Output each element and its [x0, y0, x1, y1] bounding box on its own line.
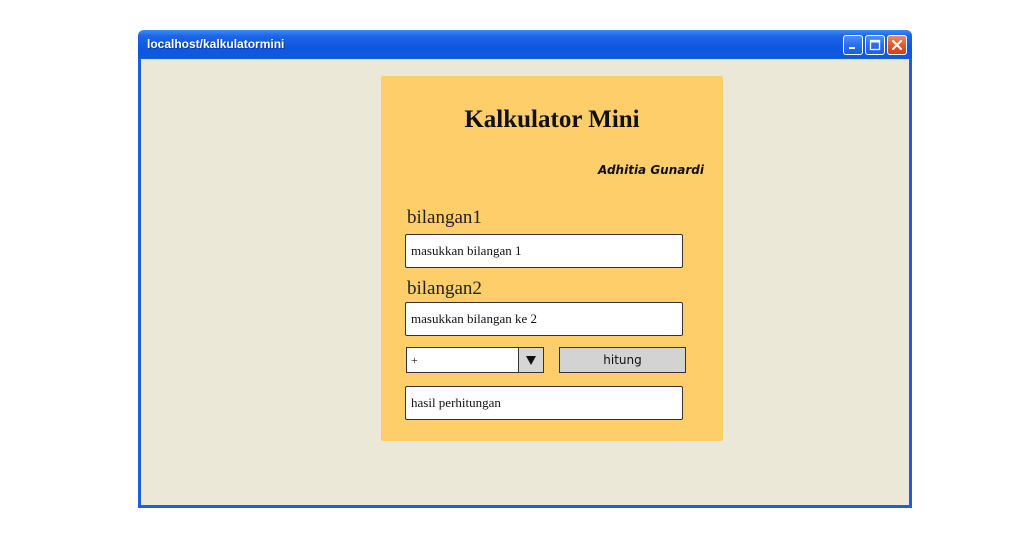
browser-window: localhost/kalkulatormini Kalkulator Mini…	[138, 30, 912, 508]
close-icon	[892, 40, 902, 50]
minimize-icon	[849, 47, 855, 49]
operator-select[interactable]: +	[406, 347, 544, 373]
maximize-icon	[869, 39, 881, 51]
title-bar[interactable]: localhost/kalkulatormini	[138, 30, 912, 59]
hitung-button[interactable]: hitung	[559, 347, 686, 373]
bilangan2-label: bilangan2	[407, 278, 482, 299]
calculator-card: Kalkulator Mini Adhitia Gunardi bilangan…	[381, 76, 723, 441]
window-controls	[843, 35, 907, 55]
bilangan1-input[interactable]	[405, 234, 683, 268]
select-dropdown-arrow[interactable]	[518, 348, 543, 372]
close-button[interactable]	[887, 35, 907, 55]
bilangan2-input[interactable]	[405, 302, 683, 336]
bilangan1-label: bilangan1	[407, 207, 482, 228]
triangle-down-icon	[526, 355, 536, 365]
maximize-button[interactable]	[865, 35, 885, 55]
operator-selected-value: +	[411, 352, 418, 367]
window-title: localhost/kalkulatormini	[147, 37, 285, 51]
page-title: Kalkulator Mini	[464, 106, 640, 133]
minimize-button[interactable]	[843, 35, 863, 55]
result-field[interactable]	[405, 386, 683, 420]
author-name: Adhitia Gunardi	[598, 163, 704, 177]
